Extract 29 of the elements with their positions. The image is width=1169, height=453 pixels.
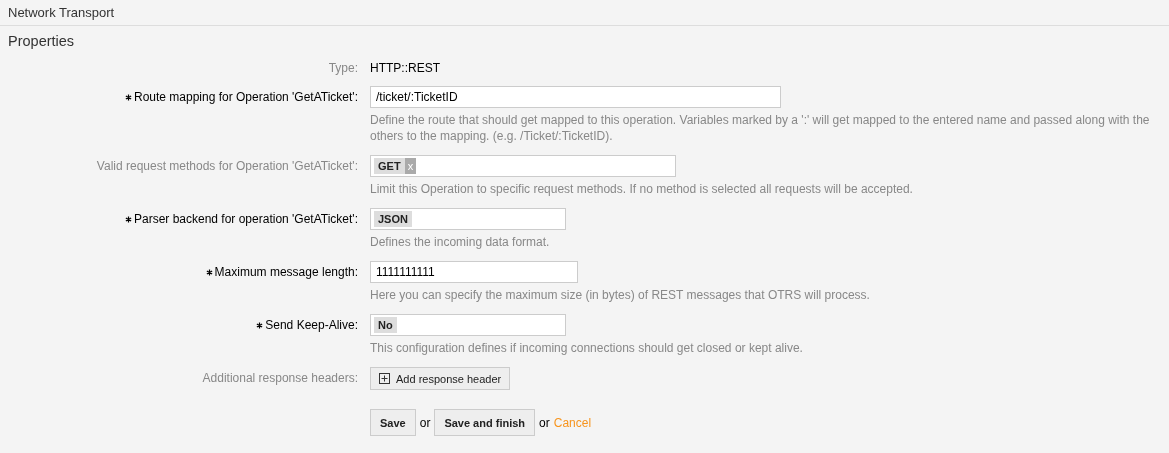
selected-option: No (374, 317, 397, 333)
input-field[interactable]: /ticket/:TicketID (370, 86, 781, 108)
selected-option: JSON (374, 211, 412, 227)
save-button[interactable]: Save (370, 409, 416, 436)
type-value: HTTP::REST (370, 60, 440, 75)
field-label: Valid request methods for Operation 'GetATicket': (96, 159, 358, 173)
field-label: Additional response headers: (202, 371, 358, 385)
field-label: Parser backend for operation 'GetATicket': (133, 212, 358, 226)
or-text: or (539, 415, 550, 430)
input-field[interactable]: GET x (370, 155, 676, 177)
field-label: Type: (328, 61, 358, 75)
field-label: Maximum message length: (214, 265, 358, 279)
field-label: Route mapping for Operation 'GetATicket': (133, 90, 358, 104)
help-text: Defines the incoming data format. (370, 234, 551, 250)
input-field[interactable]: 1111111111 (370, 261, 578, 283)
section-title: Properties (7, 32, 76, 51)
help-text: Define the route that should get mapped to this operation. Variables marked by a ':' will get mapped to the entered name and passed along with the others to the mapping. (e.g. /Ticket/:TicketID). (370, 112, 1151, 144)
save-and-finish-button[interactable]: Save and finish (434, 409, 536, 436)
method-tag: GET (374, 158, 405, 174)
or-text: or (419, 415, 431, 430)
add-response-header-button[interactable]: Add response header (370, 367, 511, 390)
help-text: Limit this Operation to specific request methods. If no method is selected all requests will be accepted. (370, 181, 914, 197)
help-text: Here you can specify the maximum size (in bytes) of REST messages that OTRS will process. (370, 287, 871, 303)
help-text: This configuration defines if incoming connections should get closed or kept alive. (370, 340, 804, 356)
plus-icon (379, 373, 390, 384)
field-label: Send Keep-Alive: (265, 318, 358, 332)
select-field[interactable]: JSON (370, 208, 566, 230)
select-field[interactable]: No (370, 314, 566, 336)
panel-title: Network Transport (8, 5, 115, 20)
